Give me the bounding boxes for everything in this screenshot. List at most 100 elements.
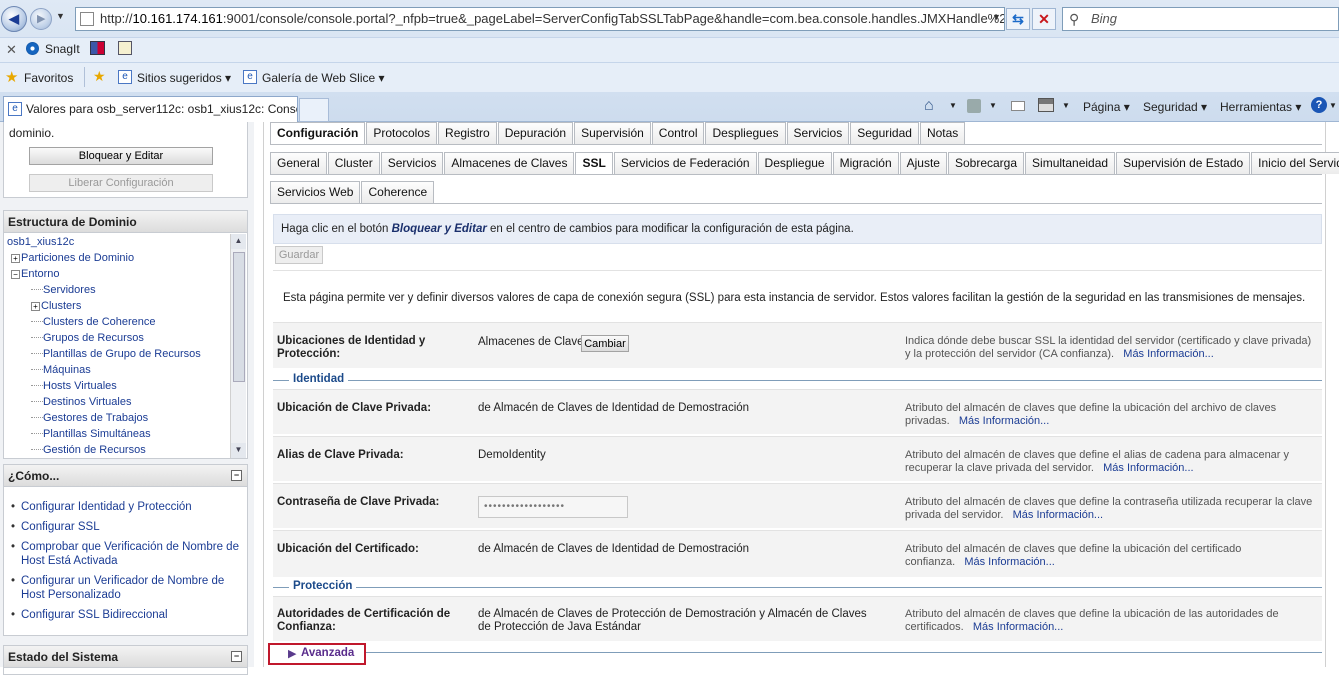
divider bbox=[287, 587, 1322, 588]
snagit-button[interactable]: SnagIt bbox=[45, 42, 80, 56]
tab-cluster[interactable]: Cluster bbox=[327, 152, 380, 174]
more-info-link[interactable]: Más Información... bbox=[973, 621, 1063, 633]
history-dropdown-icon[interactable]: ▼ bbox=[56, 11, 65, 21]
scroll-up-icon[interactable]: ▲ bbox=[231, 234, 246, 249]
change-button[interactable]: Cambiar bbox=[581, 335, 629, 352]
private-key-password-field[interactable]: •••••••••••••••••• bbox=[478, 496, 628, 518]
home-dropdown-icon[interactable]: ▼ bbox=[949, 101, 957, 110]
help-icon[interactable]: ? bbox=[1311, 97, 1327, 113]
tab-ajuste[interactable]: Ajuste bbox=[899, 152, 947, 174]
tools-menu[interactable]: Herramientas ▾ bbox=[1220, 100, 1301, 114]
tree-item[interactable]: + Clusters bbox=[31, 300, 81, 312]
trusted-ca-row: Autoridades de Certificación de Confianz… bbox=[273, 596, 1322, 641]
tab-servicios[interactable]: Servicios bbox=[786, 122, 850, 144]
tree-item[interactable]: Clusters de Coherence bbox=[31, 316, 156, 328]
more-info-link[interactable]: Más Información... bbox=[959, 415, 1049, 427]
tab-despliegues[interactable]: Despliegues bbox=[705, 122, 786, 144]
howto-link[interactable]: Comprobar que Verificación de Nombre de … bbox=[7, 540, 243, 568]
tab-control[interactable]: Control bbox=[651, 122, 705, 144]
home-icon[interactable]: ⌂ bbox=[924, 97, 934, 115]
stop-button[interactable]: ✕ bbox=[1032, 8, 1056, 30]
security-menu[interactable]: Seguridad ▾ bbox=[1143, 100, 1207, 114]
tree-item[interactable]: Servidores bbox=[31, 284, 96, 296]
scroll-down-icon[interactable]: ▼ bbox=[231, 443, 246, 458]
collapse-icon[interactable]: − bbox=[11, 270, 20, 279]
close-toolbar-icon[interactable]: ✕ bbox=[6, 42, 17, 58]
tab-protocolos[interactable]: Protocolos bbox=[366, 122, 438, 144]
snagit-editor-icon[interactable] bbox=[118, 41, 132, 55]
refresh-button[interactable]: ⇆ bbox=[1006, 8, 1030, 30]
page-menu[interactable]: Página ▾ bbox=[1083, 100, 1130, 114]
page-description: Esta página permite ver y definir divers… bbox=[283, 292, 1306, 304]
tree-item[interactable]: Plantillas Simultáneas bbox=[31, 428, 151, 440]
tab-notas[interactable]: Notas bbox=[919, 122, 966, 144]
tree-item[interactable]: − Entorno bbox=[11, 268, 60, 280]
snagit-capture-icon[interactable] bbox=[90, 41, 105, 55]
more-info-link[interactable]: Más Información... bbox=[964, 556, 1054, 568]
tree-item[interactable]: Hosts Virtuales bbox=[31, 380, 117, 392]
scroll-thumb[interactable] bbox=[233, 252, 245, 382]
tree-item[interactable]: Grupos de Recursos bbox=[31, 332, 144, 344]
release-configuration-button[interactable]: Liberar Configuración bbox=[29, 174, 213, 192]
tree-item[interactable]: + Particiones de Dominio bbox=[11, 252, 134, 264]
tab-depuraci-n[interactable]: Depuración bbox=[497, 122, 574, 144]
address-dropdown-icon[interactable]: ▼ bbox=[992, 12, 1001, 22]
tab-seguridad[interactable]: Seguridad bbox=[850, 122, 919, 144]
print-icon[interactable] bbox=[1038, 98, 1054, 112]
search-box[interactable]: ⚲ Bing bbox=[1062, 7, 1339, 31]
tab-configuraci-n[interactable]: Configuración bbox=[270, 122, 366, 145]
back-button[interactable]: ◀ bbox=[1, 6, 27, 32]
howto-link[interactable]: Configurar un Verificador de Nombre de H… bbox=[7, 574, 243, 602]
tab-servicios-de-federaci-n[interactable]: Servicios de Federación bbox=[613, 152, 757, 174]
tree-item[interactable]: osb1_xius12c bbox=[7, 236, 74, 248]
howto-link[interactable]: Configurar SSL bbox=[7, 520, 243, 534]
tab-coherence[interactable]: Coherence bbox=[361, 181, 435, 203]
tree-item[interactable]: Destinos Virtuales bbox=[31, 396, 131, 408]
tree-scrollbar[interactable]: ▲ ▼ bbox=[230, 234, 246, 458]
lock-and-edit-button[interactable]: Bloquear y Editar bbox=[29, 147, 213, 165]
more-info-link[interactable]: Más Información... bbox=[1103, 462, 1193, 474]
add-favorite-icon[interactable]: ★ bbox=[93, 68, 106, 85]
save-button[interactable]: Guardar bbox=[275, 246, 323, 264]
tab-supervisi-n[interactable]: Supervisión bbox=[574, 122, 651, 144]
address-bar[interactable]: http://10.161.174.161:9001/console/conso… bbox=[75, 7, 1005, 31]
tree-item[interactable]: Plantillas de Grupo de Recursos bbox=[31, 348, 201, 360]
tab-inicio-del-servidor[interactable]: Inicio del Servidor bbox=[1251, 152, 1339, 174]
expand-icon[interactable]: + bbox=[11, 254, 20, 263]
more-info-link[interactable]: Más Información... bbox=[1123, 348, 1213, 360]
collapse-icon[interactable]: − bbox=[231, 651, 242, 662]
private-key-location-value: de Almacén de Claves de Identidad de Dem… bbox=[478, 402, 750, 414]
tab-supervisi-n-de-estado[interactable]: Supervisión de Estado bbox=[1116, 152, 1251, 174]
tab-almacenes-de-claves[interactable]: Almacenes de Claves bbox=[444, 152, 575, 174]
print-dropdown-icon[interactable]: ▼ bbox=[1062, 101, 1070, 110]
feeds-icon[interactable] bbox=[967, 99, 981, 113]
forward-button[interactable]: ▶ bbox=[30, 8, 52, 30]
tab-ssl[interactable]: SSL bbox=[575, 152, 613, 175]
collapse-icon[interactable]: − bbox=[231, 470, 242, 481]
tab-servicios-web[interactable]: Servicios Web bbox=[270, 181, 361, 203]
tab-despliegue[interactable]: Despliegue bbox=[757, 152, 832, 174]
help-dropdown-icon[interactable]: ▼ bbox=[1329, 101, 1337, 110]
howto-link[interactable]: Configurar Identidad y Protección bbox=[7, 500, 243, 514]
tab-migraci-n[interactable]: Migración bbox=[832, 152, 899, 174]
expand-icon[interactable]: + bbox=[31, 302, 40, 311]
certificate-location-label: Ubicación del Certificado: bbox=[277, 543, 419, 555]
suggested-sites-link[interactable]: Sitios sugeridos ▾ bbox=[137, 71, 231, 85]
tree-item[interactable]: Máquinas bbox=[31, 364, 91, 376]
howto-link[interactable]: Configurar SSL Bidireccional bbox=[7, 608, 243, 622]
tab-sobrecarga[interactable]: Sobrecarga bbox=[947, 152, 1025, 174]
tree-item[interactable]: Gestión de Recursos bbox=[31, 444, 146, 456]
tab-general[interactable]: General bbox=[270, 152, 327, 174]
feeds-dropdown-icon[interactable]: ▼ bbox=[989, 101, 997, 110]
tab-registro[interactable]: Registro bbox=[438, 122, 497, 144]
mail-icon[interactable] bbox=[1011, 101, 1025, 111]
favorites-button[interactable]: Favoritos bbox=[24, 71, 73, 85]
new-tab-button[interactable] bbox=[299, 98, 329, 122]
tree-item[interactable]: Gestores de Trabajos bbox=[31, 412, 148, 424]
web-slice-gallery-link[interactable]: Galería de Web Slice ▾ bbox=[262, 71, 385, 85]
tab-servicios[interactable]: Servicios bbox=[380, 152, 444, 174]
tab-simultaneidad[interactable]: Simultaneidad bbox=[1025, 152, 1116, 174]
advanced-section-toggle[interactable]: ▶ Avanzada bbox=[268, 643, 366, 665]
browser-tab-active[interactable]: e Valores para osb_server112c: osb1_xius… bbox=[3, 96, 298, 122]
more-info-link[interactable]: Más Información... bbox=[1013, 509, 1103, 521]
